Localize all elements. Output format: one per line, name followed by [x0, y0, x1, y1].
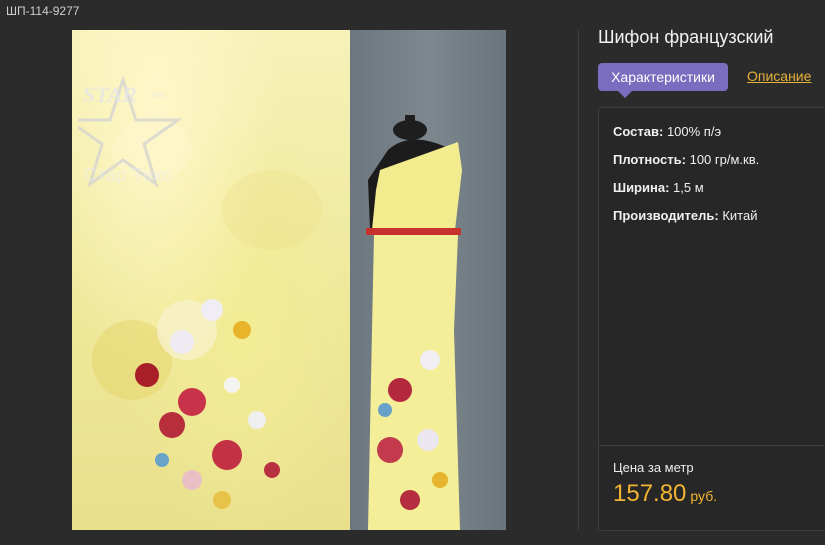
spec-label: Плотность: [613, 152, 686, 167]
product-image[interactable]: STAR tex Стар Текс [72, 30, 506, 530]
svg-text:tex: tex [152, 89, 165, 101]
spec-row: Ширина: 1,5 м [613, 180, 704, 195]
price-label: Цена за метр [613, 460, 694, 475]
svg-text:STAR: STAR [83, 82, 137, 107]
price-currency: руб. [690, 488, 718, 504]
spec-value: 100 гр/м.кв. [689, 152, 760, 167]
spec-value: Китай [722, 208, 758, 223]
product-photo[interactable]: STAR tex Стар Текс [0, 0, 560, 545]
logo-caption: Стар Текс [84, 165, 172, 185]
specifications-panel: Состав: 100% п/э Плотность: 100 гр/м.кв.… [598, 107, 825, 531]
column-divider [578, 30, 579, 530]
spec-value: 100% п/э [666, 124, 722, 139]
spec-label: Состав: [613, 124, 664, 139]
spec-value: 1,5 м [673, 180, 704, 195]
product-title: Шифон французский [598, 27, 774, 47]
fabric-swatch-image: STAR tex Стар Текс [72, 30, 350, 530]
tab-description[interactable]: Описание [747, 68, 811, 84]
spec-label: Ширина: [613, 180, 670, 195]
spec-row: Состав: 100% п/э [613, 124, 721, 139]
spec-row: Плотность: 100 гр/м.кв. [613, 152, 759, 167]
spec-label: Производитель: [613, 208, 719, 223]
price-divider [599, 445, 825, 446]
mannequin-dress-image [366, 115, 462, 530]
tab-characteristics[interactable]: Характеристики [598, 63, 728, 98]
spec-row: Производитель: Китай [613, 208, 757, 223]
mannequin-backdrop [350, 30, 506, 530]
price: 157.80 руб. [613, 480, 717, 508]
price-value: 157.80 [613, 480, 687, 507]
